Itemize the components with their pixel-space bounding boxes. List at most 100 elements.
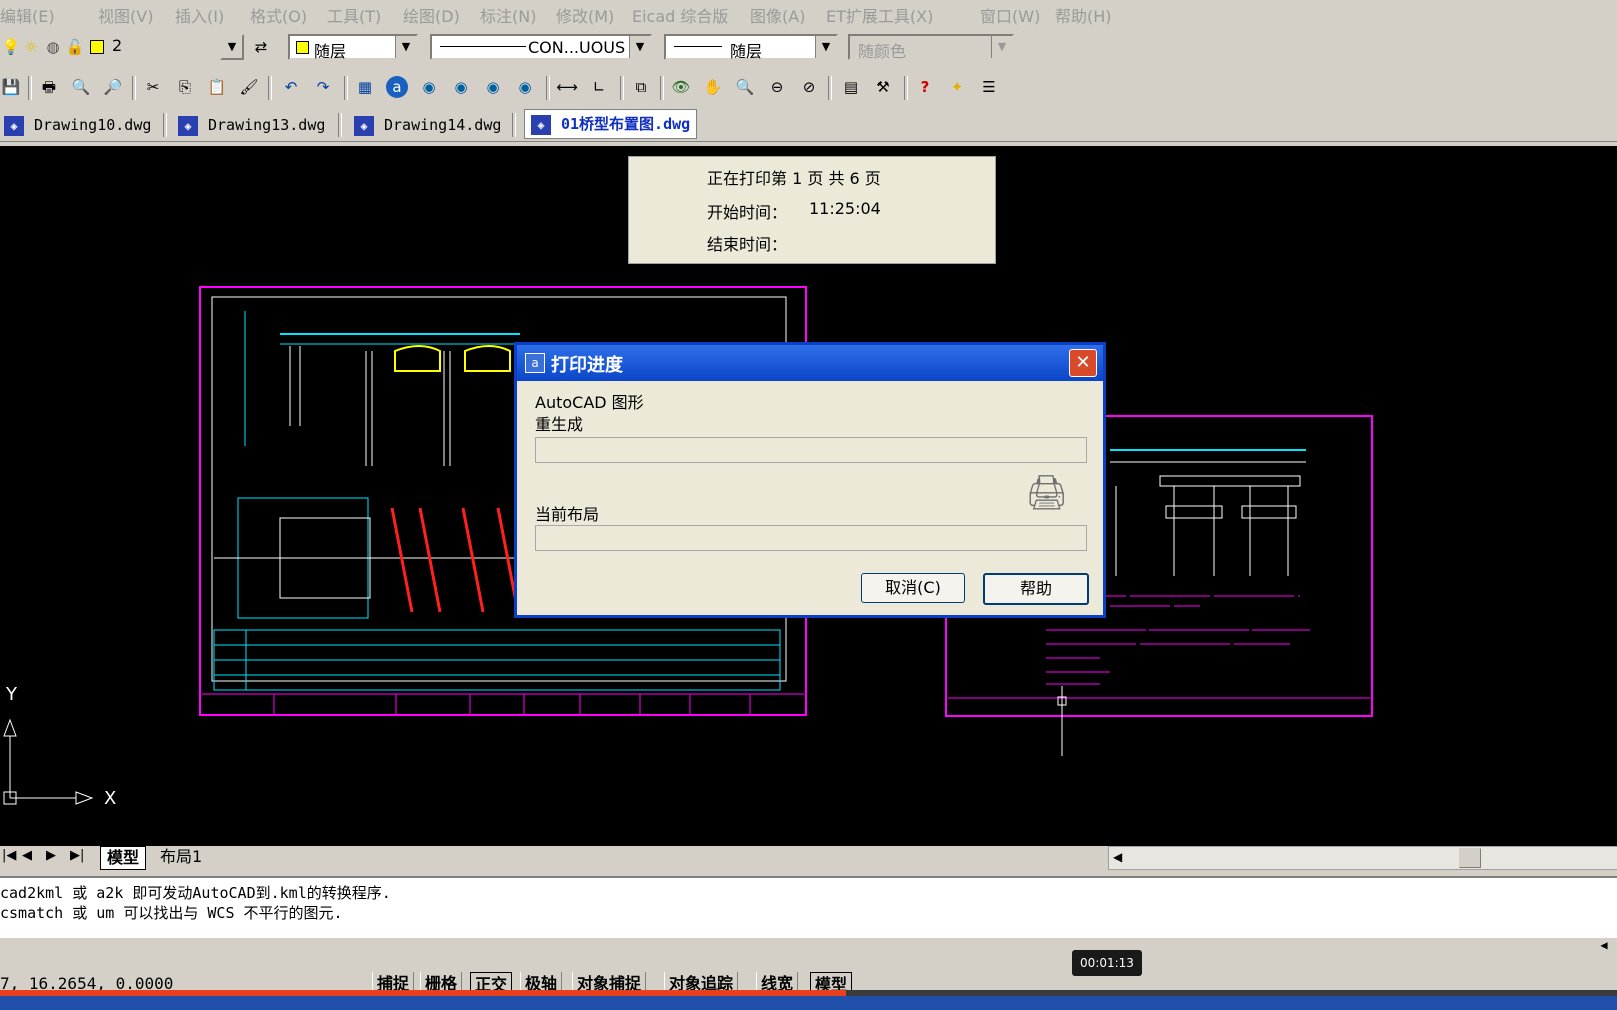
doc-tab-drawing10[interactable]: ◈ Drawing10.dwg: [4, 109, 151, 141]
menu-modify[interactable]: 修改(M): [556, 3, 614, 27]
menu-insert[interactable]: 插入(I): [175, 3, 224, 27]
publish-icon[interactable]: 🔎: [102, 76, 124, 98]
lineweight-combo[interactable]: 随层 ▼: [664, 34, 838, 61]
color-value: 随层: [314, 42, 347, 61]
zoom-window-icon[interactable]: ⊖: [766, 76, 788, 98]
menu-format[interactable]: 格式(O): [250, 3, 307, 27]
menu-view[interactable]: 视图(V): [98, 3, 153, 27]
plot-progress-dialog: a 打印进度 ✕ AutoCAD 图形 重生成 🖨 当前布局 取消(C) 帮助: [514, 342, 1106, 618]
layer-combo[interactable]: 2 ▼: [0, 34, 244, 60]
print-preview-icon[interactable]: 🔍: [70, 76, 92, 98]
pile-red: [390, 507, 414, 613]
prev-tab-icon[interactable]: ◀: [22, 848, 32, 863]
color-combo[interactable]: 随层 ▼: [288, 34, 418, 61]
layer-tools-icon[interactable]: ☰: [978, 76, 1000, 98]
redo-icon[interactable]: ↷: [312, 76, 334, 98]
ucs-y-label: Y: [6, 684, 17, 705]
drawing-file-icon: ◈: [178, 115, 198, 136]
match-properties-icon[interactable]: 🖌: [238, 76, 260, 98]
chevron-down-icon[interactable]: ▼: [220, 34, 244, 60]
doc-tab-drawing14[interactable]: ◈ Drawing14.dwg: [354, 109, 501, 141]
menu-draw[interactable]: 绘图(D): [403, 3, 460, 27]
web-icon-1[interactable]: ◉: [418, 76, 440, 98]
command-history-line: csmatch 或 um 可以找出与 WCS 不平行的图元.: [0, 904, 343, 922]
drawing-progress-bar: [535, 437, 1087, 463]
doc-tab-drawing13[interactable]: ◈ Drawing13.dwg: [178, 109, 325, 141]
make-layer-current-icon[interactable]: ⇄: [250, 36, 272, 58]
help-button[interactable]: 帮助: [983, 573, 1089, 605]
drawing-file-icon: ◈: [4, 115, 24, 136]
separator: [828, 76, 832, 100]
undo-icon[interactable]: ↶: [280, 76, 302, 98]
separator: [620, 76, 624, 100]
first-tab-icon[interactable]: |◀: [2, 848, 16, 863]
print-page-status: 正在打印第 1 页 共 6 页: [707, 169, 881, 188]
chevron-down-icon[interactable]: ▼: [815, 36, 836, 58]
lineweight-sample: [674, 46, 722, 47]
help-icon[interactable]: ?: [914, 76, 936, 98]
doc-tab-label: Drawing13.dwg: [208, 116, 326, 134]
standard-toolbar: 💾 🖶 🔍 🔎 ✂ ⎘ 📋 🖌 ↶ ↷ ▦ a ◉ ◉ ◉ ◉ ⟷ ∟ ⧉ 👁 …: [0, 70, 1058, 104]
pan-icon[interactable]: ✋: [702, 76, 724, 98]
separator: [268, 76, 272, 100]
pile-red: [418, 507, 442, 613]
doc-tab-bridge-layout[interactable]: ◈ 01桥型布置图.dwg: [524, 109, 698, 139]
tab-model[interactable]: 模型: [100, 846, 147, 870]
pier-cap: [1159, 475, 1301, 487]
cut-icon[interactable]: ✂: [142, 76, 164, 98]
paste-icon[interactable]: 📋: [206, 76, 228, 98]
copy-icon[interactable]: ⎘: [174, 76, 196, 98]
chevron-down-icon[interactable]: ▼: [629, 36, 650, 58]
design-center-icon[interactable]: ▦: [354, 76, 376, 98]
cancel-button[interactable]: 取消(C): [861, 573, 965, 603]
tab-layout1[interactable]: 布局1: [154, 846, 208, 868]
tool-palettes-icon[interactable]: ⚒: [872, 76, 894, 98]
color-swatch: [296, 41, 309, 54]
orbit-icon[interactable]: 👁: [670, 76, 692, 98]
menu-et-tools[interactable]: ET扩展工具(X): [826, 3, 933, 27]
distance-icon[interactable]: ⟷: [556, 76, 578, 98]
web-icon-4[interactable]: ◉: [514, 76, 536, 98]
close-icon[interactable]: ✕: [1069, 349, 1097, 377]
separator: [904, 76, 908, 100]
scroll-left-icon[interactable]: ◀: [1595, 938, 1613, 952]
scroll-thumb[interactable]: [1459, 848, 1481, 868]
next-tab-icon[interactable]: ▶: [46, 848, 56, 863]
menu-window[interactable]: 窗口(W): [980, 3, 1040, 27]
separator: [344, 76, 348, 100]
dialog-title: 打印进度: [551, 355, 623, 376]
menu-dimension[interactable]: 标注(N): [480, 3, 536, 27]
horizontal-scrollbar[interactable]: ◀: [1108, 846, 1617, 870]
menu-help[interactable]: 帮助(H): [1055, 3, 1112, 27]
separator: [660, 76, 664, 100]
print-icon[interactable]: 🖶: [38, 76, 60, 98]
last-tab-icon[interactable]: ▶|: [70, 848, 84, 863]
hyperlink-icon[interactable]: a: [386, 76, 408, 98]
scroll-left-icon[interactable]: ◀: [1113, 847, 1122, 867]
save-icon[interactable]: 💾: [0, 76, 22, 98]
ucs-icon[interactable]: ∟: [588, 76, 610, 98]
chevron-down-icon[interactable]: ▼: [395, 36, 416, 58]
linetype-sample: [440, 46, 526, 47]
markup-icon[interactable]: ✦: [946, 76, 968, 98]
doc-tab-label: Drawing14.dwg: [384, 116, 502, 134]
zoom-realtime-icon[interactable]: 🔍: [734, 76, 756, 98]
menu-image[interactable]: 图像(A): [750, 3, 805, 27]
web-icon-3[interactable]: ◉: [482, 76, 504, 98]
menu-edit[interactable]: 编辑(E): [0, 3, 55, 27]
menu-eicad[interactable]: Eicad 综合版: [632, 3, 728, 27]
dialog-titlebar[interactable]: a 打印进度 ✕: [517, 345, 1103, 381]
end-time-label: 结束时间：: [707, 235, 788, 254]
menu-tools[interactable]: 工具(T): [327, 3, 381, 27]
separator: [163, 113, 167, 137]
ucs-icon: [3, 718, 94, 805]
pile-red: [461, 507, 485, 613]
redraw-icon[interactable]: ⧉: [630, 76, 652, 98]
zoom-previous-icon[interactable]: ⊘: [798, 76, 820, 98]
web-icon-2[interactable]: ◉: [450, 76, 472, 98]
properties-icon[interactable]: ▤: [840, 76, 862, 98]
linetype-combo[interactable]: CON...UOUS ▼: [430, 34, 652, 60]
plotstyle-value: 随颜色: [858, 42, 907, 61]
command-window[interactable]: cad2kml 或 a2k 即可发动AutoCAD到.kml的转换程序. csm…: [0, 876, 1617, 952]
plotter-icon: 🖨: [1025, 473, 1069, 513]
